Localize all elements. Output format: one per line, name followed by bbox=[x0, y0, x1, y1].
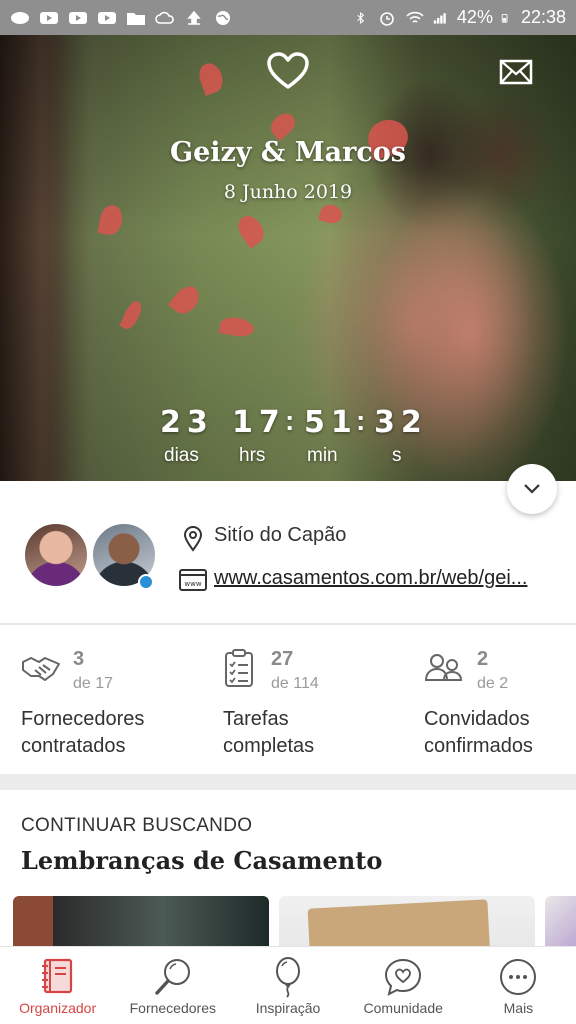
nav-label: Mais bbox=[503, 1000, 534, 1016]
upload-icon bbox=[187, 10, 201, 25]
cloud-icon bbox=[155, 11, 174, 24]
stat-number: 2 bbox=[477, 648, 489, 670]
chat-heart-icon bbox=[385, 958, 422, 996]
mail-icon[interactable] bbox=[499, 59, 533, 85]
system-status: 42% 22:38 bbox=[355, 7, 566, 28]
status-bar: 42% 22:38 bbox=[0, 0, 576, 35]
battery-icon bbox=[501, 13, 508, 23]
section-separator bbox=[0, 774, 576, 790]
notification-icons bbox=[10, 10, 233, 26]
more-icon bbox=[500, 959, 537, 995]
svg-text:www: www bbox=[184, 580, 201, 588]
stat-label-line: Tarefas bbox=[223, 708, 289, 730]
battery-percent: 42% bbox=[456, 7, 493, 27]
clipboard-icon bbox=[225, 649, 253, 687]
stat-total: de 2 bbox=[477, 675, 509, 692]
expand-button[interactable] bbox=[507, 464, 557, 514]
chevron-down-icon bbox=[524, 484, 540, 494]
stat-total: de 114 bbox=[271, 675, 319, 692]
countdown-days-label: dias bbox=[164, 445, 199, 466]
countdown-seconds-label: s bbox=[392, 445, 402, 466]
stat-number: 27 bbox=[271, 648, 294, 670]
stat-label-line: completas bbox=[223, 735, 315, 757]
youtube-icon bbox=[40, 11, 58, 24]
hero-banner: Geizy & Marcos 8 Junho 2019 23 17 : 51 :… bbox=[0, 35, 576, 481]
location-pin-icon bbox=[183, 526, 203, 552]
countdown: 23 17 : 51 : 32 dias hrs min s bbox=[0, 405, 576, 475]
avatar[interactable] bbox=[22, 521, 90, 589]
product-card[interactable] bbox=[279, 896, 535, 948]
section-title: CONTINUAR BUSCANDO bbox=[21, 815, 253, 836]
bluetooth-icon bbox=[357, 11, 365, 24]
wifi-icon bbox=[406, 11, 424, 23]
nav-label: Comunidade bbox=[363, 1000, 443, 1016]
stat-number: 3 bbox=[73, 648, 85, 670]
stat-total: de 17 bbox=[73, 675, 114, 692]
heart-icon bbox=[267, 52, 309, 89]
stat-label-line: contratados bbox=[21, 735, 126, 757]
alarm-icon bbox=[380, 11, 394, 26]
globe-icon bbox=[216, 10, 230, 25]
product-card[interactable] bbox=[545, 896, 576, 948]
nav-label: Inspiração bbox=[255, 1000, 321, 1016]
product-card[interactable] bbox=[13, 896, 269, 948]
product-image bbox=[307, 899, 491, 948]
balloon-icon bbox=[276, 957, 300, 998]
clock: 22:38 bbox=[520, 7, 566, 27]
countdown-minutes-label: min bbox=[307, 445, 338, 466]
countdown-separator: : bbox=[356, 405, 366, 436]
nav-mais[interactable]: Mais bbox=[461, 947, 576, 1024]
chat-icon bbox=[11, 11, 29, 24]
folder-icon bbox=[127, 12, 145, 25]
section-subtitle[interactable]: Lembranças de Casamento bbox=[21, 846, 382, 875]
countdown-hours-label: hrs bbox=[239, 445, 266, 466]
nav-fornecedores[interactable]: Fornecedores bbox=[115, 947, 230, 1024]
stat-label-line: Convidados bbox=[424, 708, 530, 730]
website-icon: www bbox=[179, 569, 207, 591]
couple-names: Geizy & Marcos bbox=[170, 137, 406, 168]
nav-label: Fornecedores bbox=[129, 1000, 216, 1016]
stat-label: Fornecedores contratados bbox=[21, 706, 144, 760]
stat-label-line: confirmados bbox=[424, 735, 533, 757]
wedding-date: 8 Junho 2019 bbox=[223, 181, 353, 203]
youtube-icon bbox=[69, 11, 87, 24]
search-icon bbox=[155, 959, 190, 995]
stat-label-line: Fornecedores bbox=[21, 708, 145, 730]
handshake-icon bbox=[22, 657, 60, 681]
youtube-icon bbox=[98, 11, 116, 24]
website-link[interactable]: www.casamentos.com.br/web/gei... bbox=[214, 567, 559, 590]
divider bbox=[0, 623, 576, 625]
countdown-separator: : bbox=[285, 405, 295, 436]
countdown-minutes: 51 bbox=[304, 405, 358, 440]
avatar-badge bbox=[138, 574, 154, 590]
nav-label: Organizador bbox=[19, 1000, 97, 1016]
bottom-navigation: Organizador Fornecedores Inspiração Comu… bbox=[0, 946, 576, 1024]
nav-comunidade[interactable]: Comunidade bbox=[346, 947, 461, 1024]
nav-inspiracao[interactable]: Inspiração bbox=[230, 947, 345, 1024]
nav-organizador[interactable]: Organizador bbox=[0, 947, 115, 1024]
guests-icon bbox=[424, 654, 463, 681]
signal-icon bbox=[433, 12, 446, 24]
planner-icon bbox=[41, 958, 72, 994]
countdown-hours: 17 bbox=[232, 405, 286, 440]
location-text: Sitío do Capão bbox=[214, 524, 347, 546]
countdown-seconds: 32 bbox=[374, 405, 428, 440]
stat-label: Tarefas completas bbox=[223, 706, 314, 760]
countdown-days: 23 bbox=[160, 405, 214, 440]
stat-label: Convidados confirmados bbox=[424, 706, 533, 760]
